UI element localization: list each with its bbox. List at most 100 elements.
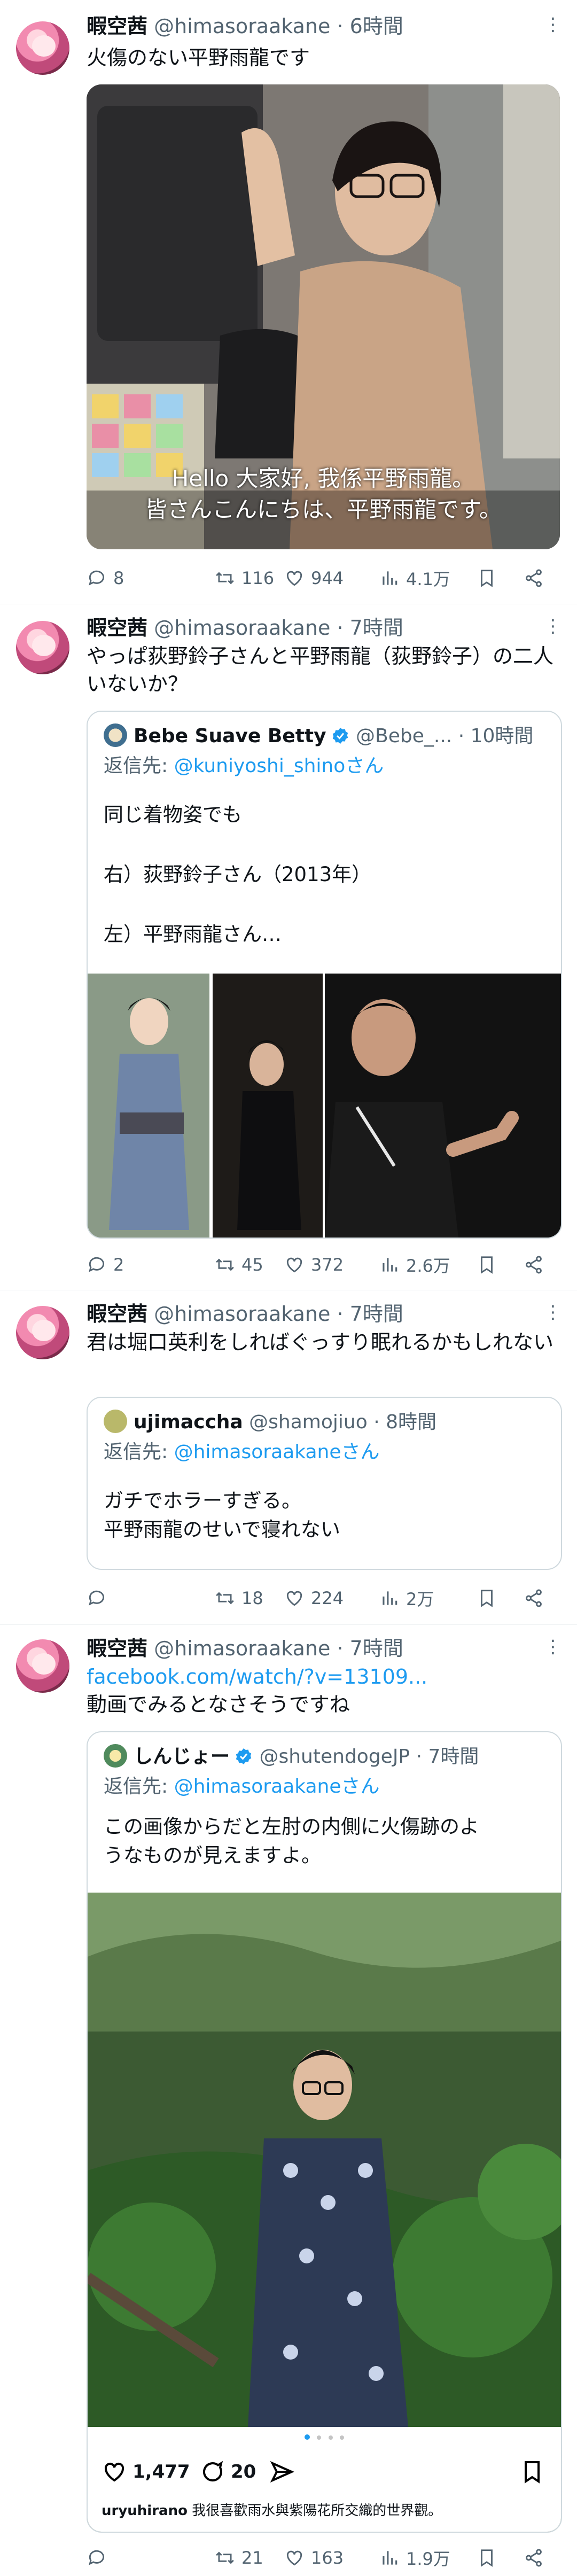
quote-image[interactable]: 1,477 20 uryuhirano 我很喜歡雨水與紫陽花所交織的世界觀。	[88, 1893, 561, 2532]
ig-caption: uryuhirano 我很喜歡雨水與紫陽花所交織的世界觀。	[102, 2500, 442, 2519]
tweet-4[interactable]: 暇空茜 @himasoraakane · 7時間 ⋮ facebook.com/…	[0, 1624, 577, 2576]
quote-handle: @Bebe_...	[356, 725, 453, 747]
avatar	[104, 723, 127, 747]
like-icon	[286, 1257, 302, 1273]
display-name[interactable]: 暇空茜	[87, 1302, 147, 1326]
tweet-2[interactable]: 暇空茜 @himasoraakane · 7時間 ⋮ やっぱ荻野鈴子さんと平野雨…	[0, 604, 577, 1290]
timestamp[interactable]: · 7時間	[337, 1302, 403, 1326]
ig-like: 1,477	[102, 2459, 190, 2485]
reply-button[interactable]	[87, 1584, 107, 1613]
reply-prefix: 返信先:	[104, 755, 174, 777]
quoted-tweet[interactable]: ujimaccha @shamojiuo · 8時間 返信先: @himasor…	[87, 1397, 562, 1570]
carousel-dot	[339, 2435, 344, 2440]
user-handle[interactable]: @himasoraakane	[154, 14, 330, 38]
bookmark-button[interactable]	[477, 1584, 497, 1613]
views-button[interactable]: 2.6万	[379, 1250, 450, 1279]
retweet-button[interactable]: 21	[215, 2543, 263, 2572]
ig-caption-user: uryuhirano	[102, 2503, 188, 2519]
view-count: 2万	[406, 1589, 434, 1609]
share-button[interactable]	[524, 2543, 544, 2572]
tweet-1[interactable]: 暇空茜 @himasoraakane · 6時間 ⋮ 火傷のない平野雨龍です H…	[0, 0, 577, 604]
avatar[interactable]	[16, 621, 69, 674]
timestamp[interactable]: · 7時間	[337, 616, 403, 640]
reply-icon	[89, 1257, 105, 1272]
bookmark-button[interactable]	[477, 1250, 497, 1279]
reply-icon	[89, 570, 105, 586]
views-button[interactable]: 2万	[379, 1584, 434, 1613]
quote-display-name: ujimaccha	[134, 1411, 243, 1433]
quote-timestamp: · 8時間	[373, 1411, 436, 1433]
save-icon	[525, 2461, 540, 2484]
video-subtitle-2: 皆さんこんにちは、平野雨龍です。	[145, 496, 502, 523]
reply-mention[interactable]: @himasoraakaneさん	[174, 1776, 380, 1797]
verified-icon	[236, 1748, 252, 1764]
ig-action-bar: 1,477 20 uryuhirano 我很喜歡雨水與紫陽花所交織的世界觀。	[88, 2448, 561, 2532]
like-button[interactable]: 372	[284, 1250, 344, 1279]
reply-count: 8	[113, 568, 124, 588]
photo-kimono-pair	[88, 974, 323, 1238]
quote-line-1: この画像からだと左肘の内側に火傷跡のよ	[104, 1815, 479, 1838]
like-count: 944	[311, 568, 344, 588]
reply-button[interactable]	[87, 2543, 107, 2572]
tweet-header: 暇空茜 @himasoraakane · 7時間	[87, 1635, 403, 1662]
display-name[interactable]: 暇空茜	[87, 1637, 147, 1660]
display-name[interactable]: 暇空茜	[87, 616, 147, 640]
quote-handle: @shamojiuo	[249, 1411, 368, 1433]
tweet-3[interactable]: 暇空茜 @himasoraakane · 7時間 ⋮ 君は堀口英利をしればぐっす…	[0, 1290, 577, 1625]
avatar[interactable]	[16, 1639, 69, 1693]
more-icon[interactable]: ⋮	[544, 14, 562, 35]
more-icon[interactable]: ⋮	[544, 1302, 562, 1323]
view-count: 1.9万	[406, 2549, 450, 2569]
retweet-button[interactable]: 116	[215, 564, 274, 593]
like-icon	[286, 571, 302, 586]
retweet-count: 18	[241, 1588, 263, 1608]
carousel-dot	[328, 2435, 333, 2440]
bookmark-button[interactable]	[477, 564, 497, 593]
reply-button[interactable]: 8	[87, 564, 124, 593]
timestamp[interactable]: · 6時間	[337, 14, 403, 38]
share-button[interactable]	[524, 564, 544, 593]
quote-image-left[interactable]	[88, 974, 323, 1238]
reply-prefix: 返信先:	[104, 1776, 174, 1797]
like-button[interactable]: 944	[284, 564, 344, 593]
timestamp[interactable]: · 7時間	[337, 1637, 403, 1660]
more-icon[interactable]: ⋮	[544, 616, 562, 637]
more-icon[interactable]: ⋮	[544, 1636, 562, 1657]
bookmark-icon	[481, 1590, 493, 1607]
quote-image-right[interactable]	[325, 974, 561, 1238]
retweet-button[interactable]: 18	[215, 1584, 263, 1613]
quote-line-2: 右）荻野鈴子さん（2013年）	[104, 863, 372, 886]
external-link[interactable]: facebook.com/watch/?v=13109...	[87, 1663, 427, 1691]
reply-mention[interactable]: @kuniyoshi_shinoさん	[174, 755, 384, 777]
like-button[interactable]: 224	[284, 1584, 344, 1613]
views-button[interactable]: 4.1万	[379, 564, 450, 593]
views-button[interactable]: 1.9万	[379, 2543, 450, 2572]
avatar[interactable]	[16, 1306, 69, 1359]
view-count: 2.6万	[406, 1256, 450, 1276]
bookmark-button[interactable]	[477, 2543, 497, 2572]
retweet-button[interactable]: 45	[215, 1250, 263, 1279]
quote-display-name: しんじょー	[134, 1746, 230, 1768]
reply-button[interactable]: 2	[87, 1250, 124, 1279]
retweet-icon	[216, 572, 234, 585]
display-name[interactable]: 暇空茜	[87, 14, 147, 38]
tweet-header: 暇空茜 @himasoraakane · 7時間	[87, 614, 403, 641]
quoted-tweet[interactable]: Bebe Suave Betty @Bebe_... · 10時間 返信先: @…	[87, 711, 562, 1239]
quoted-tweet[interactable]: しんじょー @shutendogeJP · 7時間 返信先: @himasora…	[87, 1731, 562, 2533]
like-button[interactable]: 163	[284, 2543, 344, 2572]
quote-header: しんじょー @shutendogeJP · 7時間	[104, 1744, 479, 1770]
user-handle[interactable]: @himasoraakane	[154, 1302, 330, 1326]
share-icon	[526, 2549, 542, 2567]
reply-icon	[89, 2550, 105, 2565]
reply-mention[interactable]: @himasoraakaneさん	[174, 1441, 380, 1463]
tweet-text: 火傷のない平野雨龍です	[87, 46, 310, 69]
share-button[interactable]	[524, 1250, 544, 1279]
user-handle[interactable]: @himasoraakane	[154, 1637, 330, 1660]
action-bar: 21 163 1.9万	[87, 2543, 562, 2572]
bookmark-icon	[481, 570, 493, 587]
avatar[interactable]	[16, 21, 69, 75]
share-button[interactable]	[524, 1584, 544, 1613]
user-handle[interactable]: @himasoraakane	[154, 616, 330, 640]
tweet-video[interactable]: Hello 大家好, 我係平野雨龍。 皆さんこんにちは、平野雨龍です。	[87, 84, 560, 549]
send-icon	[270, 2461, 294, 2483]
